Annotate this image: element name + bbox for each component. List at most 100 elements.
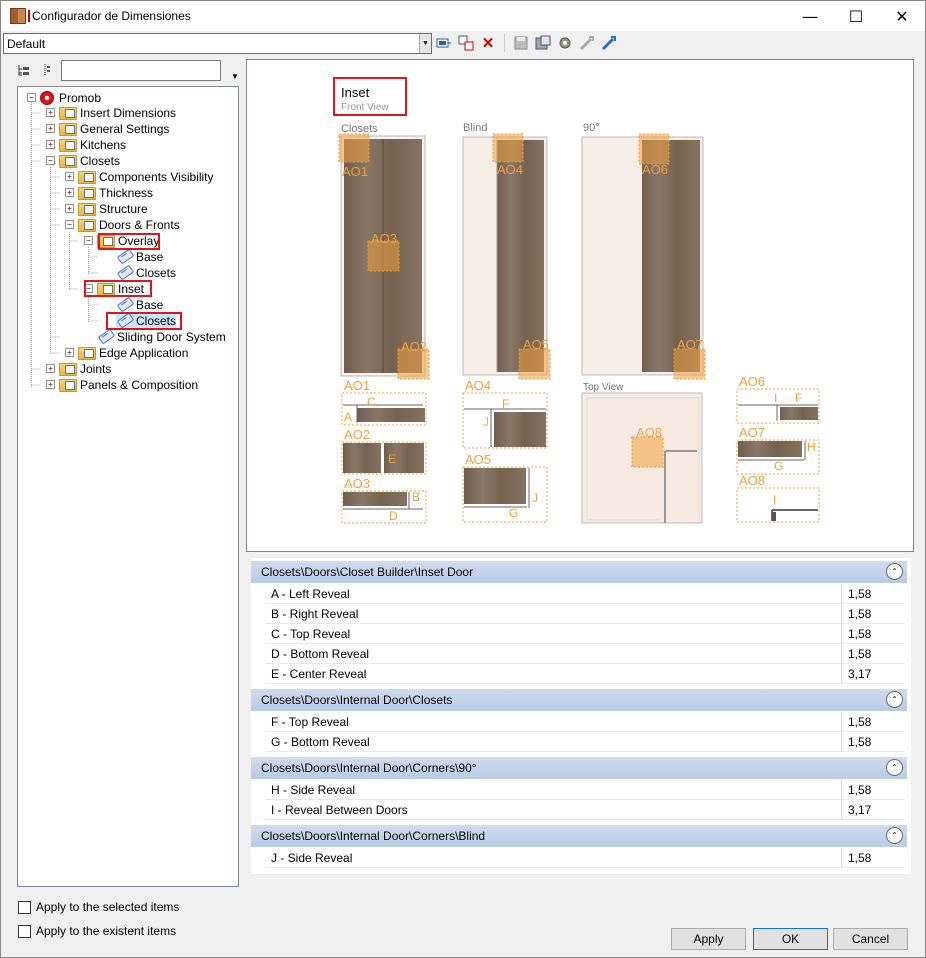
save-icon[interactable] (512, 34, 530, 52)
tree-item-closets[interactable]: − Closets (45, 153, 120, 169)
code-AO1: AO1 (342, 164, 368, 179)
tree-item-sliding-door-system[interactable]: Sliding Door System (97, 329, 226, 345)
tree-view[interactable]: − Promob + Insert Dimensions + General S… (17, 86, 239, 887)
toolbar: Default ▼ ✕ (1, 31, 925, 57)
tree-item-promob[interactable]: − Promob (26, 90, 101, 106)
prop-row[interactable]: C - Top Reveal 1,58 (265, 623, 905, 644)
label-G: G (509, 506, 518, 520)
copy-icon[interactable] (457, 34, 475, 52)
label-D: D (389, 509, 398, 523)
highlight-overlay (98, 233, 160, 250)
folder-icon (59, 378, 77, 392)
filter-menu-icon[interactable]: ▼ (231, 72, 239, 81)
import-icon[interactable] (578, 34, 596, 52)
tree-item-doors-fronts[interactable]: − Doors & Fronts (64, 217, 180, 233)
prop-row[interactable]: F - Top Reveal 1,58 (265, 711, 905, 732)
collapse-group-icon[interactable]: ⌃ (886, 759, 903, 776)
caption-90: 90° (583, 122, 600, 134)
label-A: A (344, 410, 352, 424)
prop-row[interactable]: I - Reveal Between Doors 3,17 (265, 799, 905, 820)
tree-item-overlay-base[interactable]: Base (116, 249, 163, 265)
ok-button[interactable]: OK (753, 928, 828, 950)
prop-value[interactable]: 1,58 (841, 847, 905, 868)
prop-value[interactable]: 1,58 (841, 711, 905, 732)
apply-existent-option[interactable]: Apply to the existent items (18, 924, 176, 938)
svg-text:AO6: AO6 (739, 374, 765, 389)
folder-icon (59, 362, 77, 376)
label-F: F (502, 397, 509, 411)
prop-value[interactable]: 1,58 (841, 603, 905, 624)
prop-value[interactable]: 1,58 (841, 731, 905, 752)
tree-item-inset-base[interactable]: Base (116, 297, 163, 313)
collapse-group-icon[interactable]: ⌃ (886, 563, 903, 580)
export-icon[interactable] (600, 34, 618, 52)
promob-logo-icon (40, 91, 54, 105)
settings-icon[interactable] (556, 34, 574, 52)
label-I2: I (773, 493, 776, 507)
window-title: Configurador de Dimensiones (32, 9, 191, 23)
svg-text:AO7: AO7 (739, 425, 765, 440)
group-header-internal-closets[interactable]: Closets\Doors\Internal Door\Closets ⌃ (251, 689, 907, 711)
tree-filter-input[interactable] (61, 60, 221, 81)
svg-text:AO8: AO8 (739, 473, 765, 488)
apply-existent-checkbox[interactable] (18, 924, 31, 938)
save-as-icon[interactable] (534, 34, 552, 52)
label-H: H (807, 440, 816, 454)
folder-icon (59, 122, 77, 136)
code-AO5: AO5 (523, 337, 549, 352)
label-E: E (388, 452, 396, 466)
tree-item-joints[interactable]: + Joints (45, 361, 111, 377)
code-AO6: AO6 (642, 162, 668, 177)
prop-row[interactable]: H - Side Reveal 1,58 (265, 779, 905, 800)
chevron-down-icon[interactable]: ▼ (419, 34, 431, 53)
prop-value[interactable]: 3,17 (841, 799, 905, 820)
tree-item-overlay-closets[interactable]: Closets (116, 265, 176, 281)
collapse-group-icon[interactable]: ⌃ (886, 827, 903, 844)
close-button[interactable]: ✕ (879, 1, 925, 31)
prop-row[interactable]: E - Center Reveal 3,17 (265, 663, 905, 684)
code-AO2: AO2 (401, 339, 427, 354)
cancel-button[interactable]: Cancel (833, 928, 908, 950)
group-header-inset-door[interactable]: Closets\Doors\Closet Builder\Inset Door … (251, 561, 907, 583)
prop-row[interactable]: J - Side Reveal 1,58 (265, 847, 905, 868)
apply-button[interactable]: Apply (671, 928, 746, 950)
tree-item-kitchens[interactable]: + Kitchens (45, 137, 126, 153)
apply-selected-option[interactable]: Apply to the selected items (18, 900, 179, 914)
tree-item-insert-dimensions[interactable]: + Insert Dimensions (45, 105, 176, 121)
preset-select[interactable]: Default ▼ (3, 33, 432, 54)
prop-row[interactable]: G - Bottom Reveal 1,58 (265, 731, 905, 752)
expand-all-icon[interactable] (15, 61, 33, 79)
preview-subtitle: Front View (341, 102, 389, 113)
group-header-corners-blind[interactable]: Closets\Doors\Internal Door\Corners\Blin… (251, 825, 907, 847)
tree-item-structure[interactable]: + Structure (64, 201, 148, 217)
maximize-button[interactable]: ☐ (833, 1, 879, 31)
code-AO8: AO8 (636, 425, 662, 440)
property-grid: Closets\Doors\Closet Builder\Inset Door … (251, 558, 911, 874)
tree-item-thickness[interactable]: + Thickness (64, 185, 153, 201)
tree-item-components-visibility[interactable]: + Components Visibility (64, 169, 214, 185)
code-AO7: AO7 (677, 337, 703, 352)
tree-item-panels-composition[interactable]: + Panels & Composition (45, 377, 198, 393)
collapse-group-icon[interactable]: ⌃ (886, 691, 903, 708)
apply-selected-checkbox[interactable] (18, 900, 31, 914)
collapse-all-icon[interactable] (39, 61, 57, 79)
prop-value[interactable]: 1,58 (841, 583, 905, 604)
prop-row[interactable]: A - Left Reveal 1,58 (265, 583, 905, 604)
prop-value[interactable]: 3,17 (841, 663, 905, 684)
apply-icon[interactable] (435, 34, 453, 52)
highlight-inset-closets (106, 312, 182, 330)
folder-icon (78, 218, 96, 232)
prop-value[interactable]: 1,58 (841, 643, 905, 664)
prop-row[interactable]: D - Bottom Reveal 1,58 (265, 643, 905, 664)
title-bar: Configurador de Dimensiones — ☐ ✕ (1, 1, 925, 31)
prop-value[interactable]: 1,58 (841, 779, 905, 800)
svg-text:AO5: AO5 (465, 452, 491, 467)
preset-value: Default (7, 36, 46, 51)
delete-icon[interactable]: ✕ (479, 34, 497, 52)
tree-item-general-settings[interactable]: + General Settings (45, 121, 169, 137)
prop-value[interactable]: 1,58 (841, 623, 905, 644)
prop-row[interactable]: B - Right Reveal 1,58 (265, 603, 905, 624)
tree-item-edge-application[interactable]: + Edge Application (64, 345, 188, 361)
group-header-corners-90[interactable]: Closets\Doors\Internal Door\Corners\90° … (251, 757, 907, 779)
minimize-button[interactable]: — (787, 1, 833, 31)
